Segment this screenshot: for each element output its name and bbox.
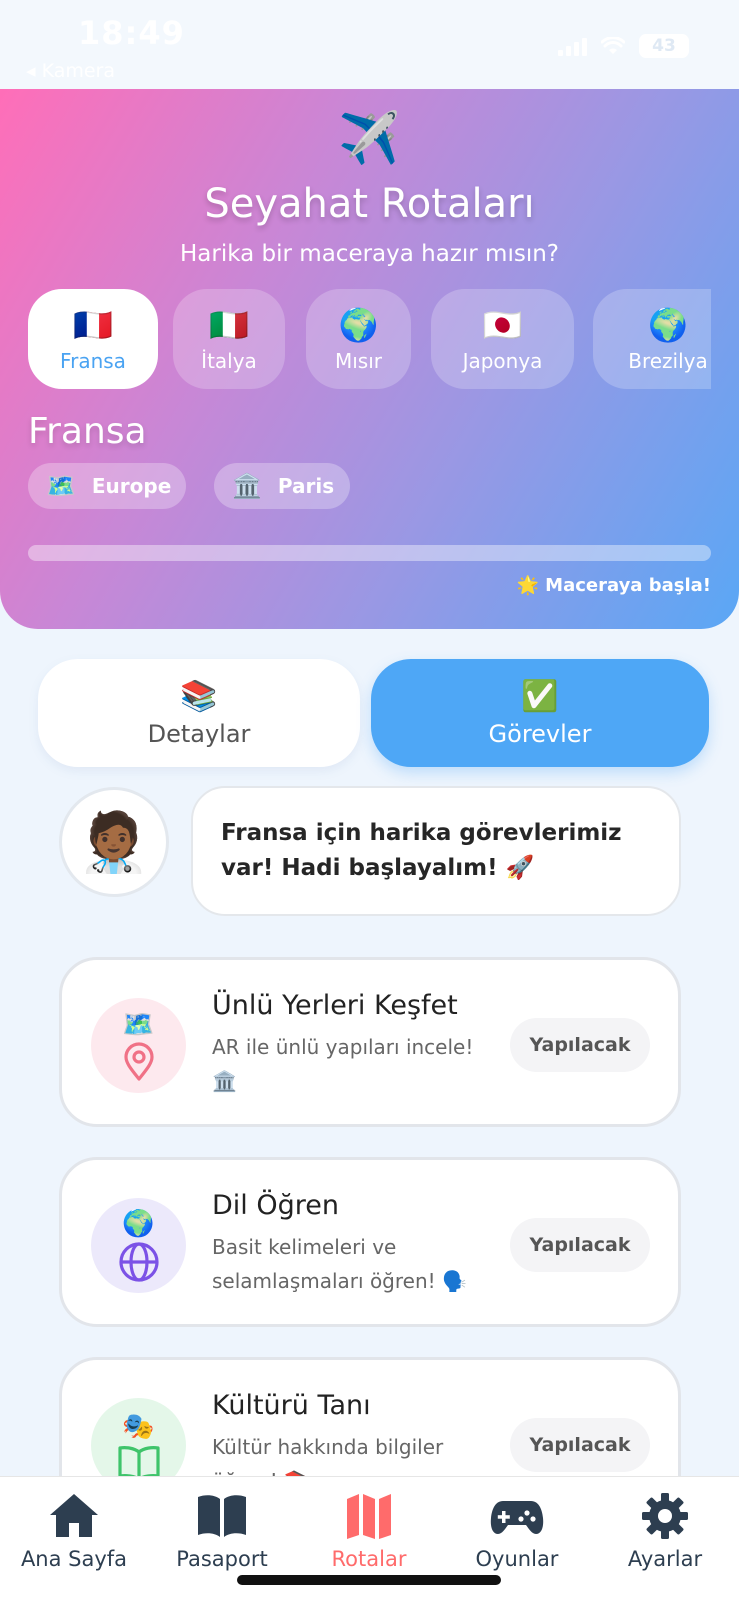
- task-icon: 🌍: [91, 1198, 186, 1293]
- task-icon: 🗺️: [91, 998, 186, 1093]
- wifi-icon: [601, 37, 625, 54]
- guide-message: Fransa için harika görevlerimiz var! Had…: [221, 820, 622, 881]
- page-subtitle: Harika bir maceraya hazır mısın?: [179, 241, 560, 267]
- location-pin-icon: [123, 1041, 154, 1081]
- page-title: Seyahat Rotaları: [204, 181, 535, 227]
- task-description: Basit kelimeleri ve selamlaşmaları öğren…: [212, 1235, 467, 1293]
- nav-item-settings[interactable]: Ayarlar: [595, 1491, 735, 1571]
- country-chip-label: Japonya: [462, 349, 543, 373]
- gear-icon: [642, 1493, 688, 1539]
- country-chip-fransa[interactable]: 🇫🇷 Fransa: [28, 289, 158, 389]
- back-to-app-link[interactable]: ◂ Kamera: [26, 60, 115, 82]
- country-chip-label: Mısır: [334, 349, 382, 373]
- hero-banner: ✈️ Seyahat Rotaları Harika bir maceraya …: [0, 89, 739, 629]
- landmark-icon: 🏛️: [232, 472, 262, 500]
- nav-item-label: Ayarlar: [627, 1547, 703, 1571]
- nav-item-label: Rotalar: [331, 1547, 407, 1571]
- status-icons: 43: [558, 34, 689, 58]
- map-icon: [347, 1494, 391, 1539]
- nav-item-home[interactable]: Ana Sayfa: [4, 1491, 144, 1571]
- nav-item-routes[interactable]: Rotalar: [299, 1491, 439, 1571]
- task-status-button[interactable]: Yapılacak: [510, 1218, 650, 1272]
- country-chip-italya[interactable]: 🇮🇹 İtalya: [173, 289, 285, 389]
- world-map-icon: 🗺️: [122, 1009, 155, 1040]
- country-chip-label: İtalya: [201, 349, 257, 373]
- gamepad-icon: [490, 1501, 544, 1534]
- tab-tasks-label: Görevler: [488, 719, 592, 748]
- region-tag: 🗺️ Europe: [28, 463, 186, 509]
- status-bar: 18:49 ◂ Kamera 43: [0, 0, 739, 90]
- country-selector: 🇫🇷 Fransa 🇮🇹 İtalya 🌍 Mısır 🇯🇵 Japonya 🌍…: [28, 289, 711, 391]
- globe-outline-icon: [118, 1241, 159, 1282]
- nav-item-games[interactable]: Oyunlar: [447, 1491, 587, 1571]
- progress-bar: [28, 545, 711, 561]
- start-adventure-label: 🌟 Maceraya başla!: [516, 575, 711, 596]
- tab-tasks[interactable]: ✅ Görevler: [371, 659, 709, 767]
- city-tag: 🏛️ Paris: [214, 463, 350, 509]
- country-chip-label: Brezilya: [628, 349, 708, 373]
- task-list[interactable]: 🗺️ Ünlü Yerleri Keşfet AR ile ünlü yapıl…: [0, 940, 739, 1476]
- nav-item-label: Ana Sayfa: [20, 1547, 128, 1571]
- guide-avatar: 🧑🏾‍⚕️: [59, 787, 169, 897]
- tab-details[interactable]: 📚 Detaylar: [38, 659, 360, 767]
- city-tag-label: Paris: [277, 474, 335, 498]
- task-title: Dil Öğren: [212, 1190, 339, 1221]
- task-card-learn-language[interactable]: 🌍 Dil Öğren Basit kelimeleri ve selamlaş…: [59, 1157, 681, 1327]
- book-icon: [117, 1445, 160, 1476]
- task-icon: 🎭: [91, 1398, 186, 1476]
- task-title: Ünlü Yerleri Keşfet: [212, 990, 458, 1021]
- airplane-icon: ✈️: [338, 109, 401, 167]
- country-chip-misir[interactable]: 🌍 Mısır: [306, 289, 411, 389]
- task-card-explore-landmarks[interactable]: 🗺️ Ünlü Yerleri Keşfet AR ile ünlü yapıl…: [59, 957, 681, 1127]
- task-title: Kültürü Tanı: [212, 1390, 371, 1421]
- country-chip-brezilya[interactable]: 🌍 Brezilya: [593, 289, 711, 389]
- books-icon: 📚: [180, 678, 218, 714]
- nav-item-passport[interactable]: Pasaport: [152, 1491, 292, 1571]
- check-mark-icon: ✅: [521, 678, 559, 714]
- task-card-culture[interactable]: 🎭 Kültürü Tanı Kültür hakkında bilgiler …: [59, 1357, 681, 1476]
- guide-speech-bubble: Fransa için harika görevlerimiz var! Had…: [191, 786, 681, 916]
- task-status-button[interactable]: Yapılacak: [510, 1418, 650, 1472]
- flag-icon: 🇫🇷: [73, 306, 113, 344]
- globe-icon: 🌍: [338, 306, 379, 344]
- theater-masks-icon: 🎭: [122, 1411, 155, 1442]
- country-chip-label: Fransa: [60, 349, 126, 373]
- task-description: Kültür hakkında bilgiler öğren! 📚: [212, 1435, 444, 1476]
- home-indicator[interactable]: [237, 1575, 501, 1585]
- status-time: 18:49: [78, 14, 185, 52]
- tab-details-label: Detaylar: [147, 719, 251, 748]
- country-chip-japonya[interactable]: 🇯🇵 Japonya: [431, 289, 574, 389]
- task-status-button[interactable]: Yapılacak: [510, 1018, 650, 1072]
- passport-book-icon: [198, 1495, 246, 1537]
- selected-country-name: Fransa: [28, 411, 147, 452]
- region-tag-label: Europe: [91, 474, 172, 498]
- flag-icon: 🇮🇹: [209, 306, 249, 344]
- globe-icon: 🌍: [122, 1208, 155, 1239]
- flag-icon: 🇯🇵: [482, 306, 523, 344]
- globe-icon: 🌍: [648, 306, 688, 344]
- nav-item-label: Pasaport: [176, 1547, 268, 1571]
- task-description: AR ile ünlü yapıları incele! 🏛️: [212, 1035, 474, 1093]
- battery-icon: 43: [639, 34, 689, 58]
- home-icon: [50, 1494, 98, 1537]
- signal-icon: [558, 36, 587, 56]
- nav-item-label: Oyunlar: [475, 1547, 559, 1571]
- world-map-icon: 🗺️: [46, 472, 76, 500]
